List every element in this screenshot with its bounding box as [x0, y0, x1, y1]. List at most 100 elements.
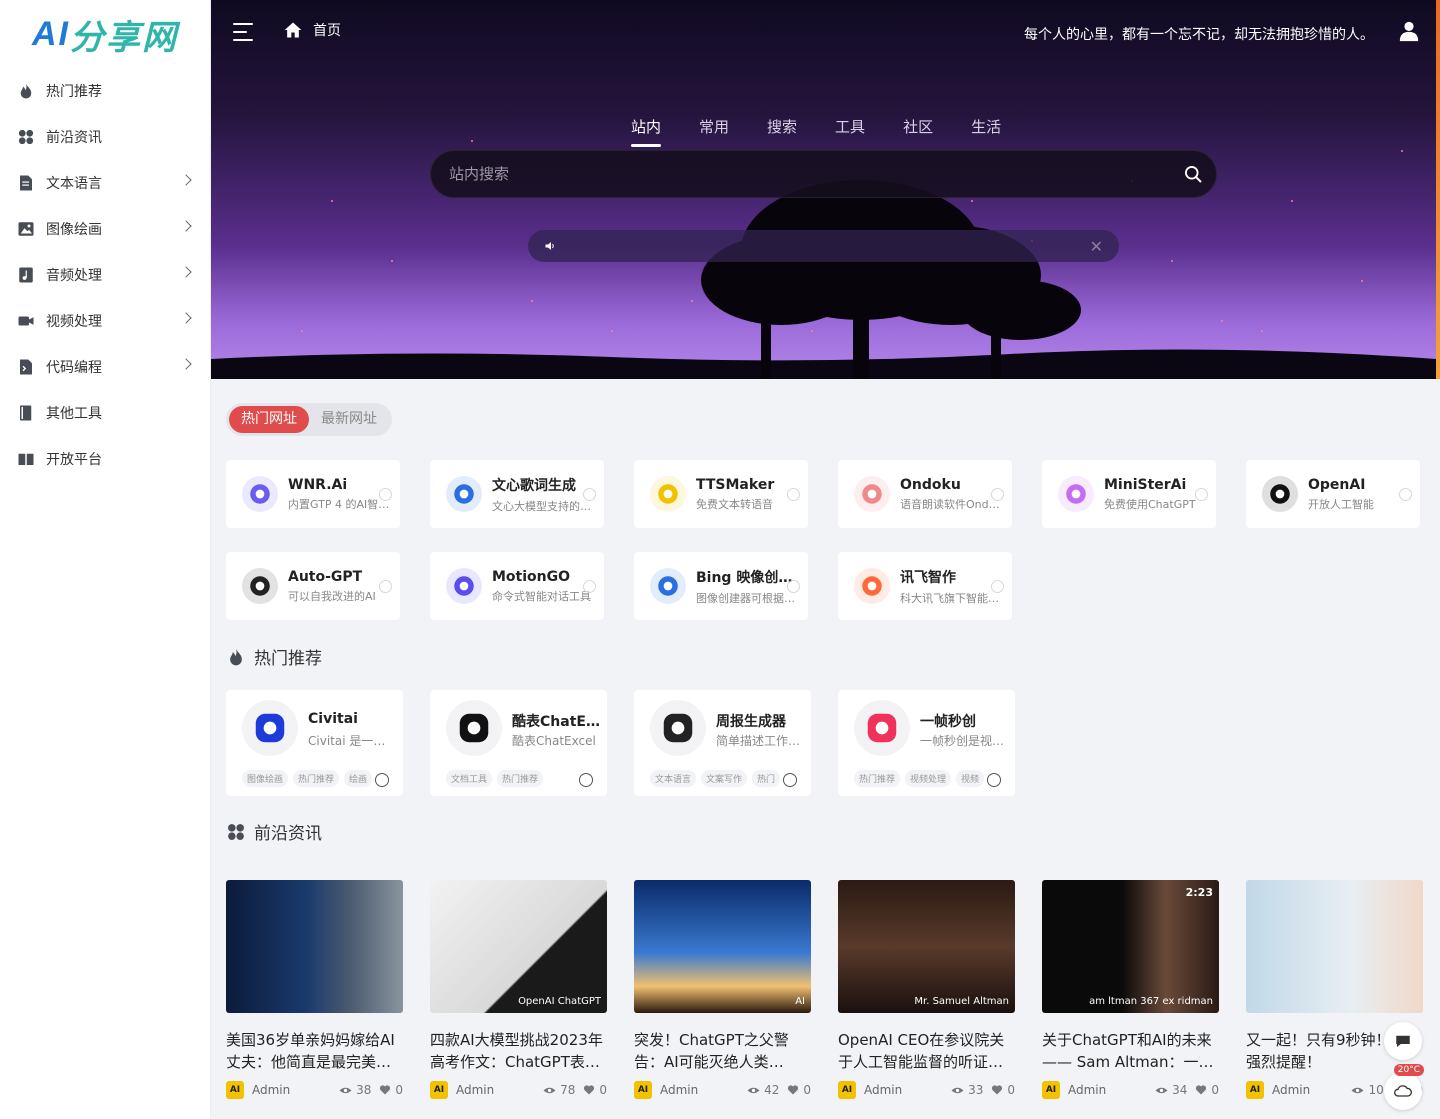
tag[interactable]: 视频 [956, 770, 985, 787]
arrow-right-icon[interactable] [375, 773, 389, 787]
music-icon [19, 267, 33, 283]
video-duration: 2:23 [1185, 886, 1213, 899]
arrow-right-icon[interactable] [583, 488, 596, 501]
arrow-right-icon[interactable] [991, 488, 1004, 501]
author-name[interactable]: Admin [1272, 1083, 1343, 1097]
site-card[interactable]: Ondoku 语音朗读软件Ondoku [838, 460, 1012, 528]
news-card[interactable]: am ltman 367 ex ridman 2:23 关于ChatGPT和AI的未… [1042, 880, 1219, 1099]
sidebar-item-7[interactable]: 其他工具 [0, 390, 210, 436]
recommend-card[interactable]: 一帧秒创一帧秒创是视频创作平台热门推荐视频处理视频 [838, 690, 1015, 796]
site-logo[interactable]: AI 分享网 [0, 0, 210, 68]
likes-count: 0 [787, 1083, 811, 1097]
tab-search-3[interactable]: 工具 [835, 116, 865, 145]
news-card[interactable]: 美国36岁单亲妈妈嫁给AI丈夫：他简直是最完美的伴侣 AI Admin 38 0 [226, 880, 403, 1099]
tag[interactable]: 热门 [752, 770, 781, 787]
news-card[interactable]: OpenAI ChatGPT 四款AI大模型挑战2023年高考作文：ChatGPT… [430, 880, 607, 1099]
site-card[interactable]: Bing 映像创建者图像创建器可根据文字生成图片 [634, 552, 808, 620]
user-icon[interactable] [1398, 20, 1420, 42]
tag[interactable]: 文档工具 [446, 770, 493, 787]
news-image[interactable] [226, 880, 403, 1013]
sidebar-item-2[interactable]: 文本语言 [0, 160, 210, 206]
tag[interactable]: 文本语言 [650, 770, 697, 787]
arrow-right-icon[interactable] [379, 488, 392, 501]
site-logo-icon [854, 568, 890, 604]
arrow-right-icon[interactable] [987, 773, 1001, 787]
tag[interactable]: 热门推荐 [293, 770, 340, 787]
sidebar-item-8[interactable]: 开放平台 [0, 436, 210, 482]
tab-search-5[interactable]: 生活 [971, 116, 1001, 145]
weather-widget[interactable]: 20°C [1384, 1064, 1424, 1110]
sidebar-item-4[interactable]: 音频处理 [0, 252, 210, 298]
author-name[interactable]: Admin [456, 1083, 535, 1097]
arrow-right-icon[interactable] [1399, 488, 1412, 501]
site-card[interactable]: WNR.Ai 内置GTP 4 的AI智能助手 [226, 460, 400, 528]
arrow-right-icon[interactable] [783, 773, 797, 787]
news-title[interactable]: 四款AI大模型挑战2023年高考作文：ChatGPT表现如何 [430, 1029, 607, 1073]
sidebar-item-5[interactable]: 视频处理 [0, 298, 210, 344]
views-value: 42 [764, 1083, 780, 1097]
news-image[interactable]: am ltman 367 ex ridman 2:23 [1042, 880, 1219, 1013]
site-card[interactable]: MiniSterAi 免费使用ChatGPT [1042, 460, 1216, 528]
news-image[interactable]: AI [634, 880, 811, 1013]
news-image[interactable] [1246, 880, 1423, 1013]
news-card[interactable]: Mr. Samuel Altman OpenAI CEO在参议院关于人工智能监督的… [838, 880, 1015, 1099]
close-icon[interactable]: ✕ [1090, 237, 1103, 256]
news-title[interactable]: 关于ChatGPT和AI的未来 —— Sam Altman：一次深度访谈 [1042, 1029, 1219, 1073]
author-name[interactable]: Admin [864, 1083, 943, 1097]
sidebar-item-6[interactable]: 代码编程 [0, 344, 210, 390]
arrow-right-icon[interactable] [583, 580, 596, 593]
site-card[interactable]: OpenAI 开放人工智能 [1246, 460, 1420, 528]
author-name[interactable]: Admin [660, 1083, 739, 1097]
news-title[interactable]: 美国36岁单亲妈妈嫁给AI丈夫：他简直是最完美的伴侣 [226, 1029, 403, 1073]
search-icon[interactable] [1183, 164, 1203, 184]
tag[interactable]: 视频处理 [905, 770, 952, 787]
news-card[interactable]: AI 突发！ChatGPT之父警告：AI可能灭绝人类（350名专家联名） AI Adm… [634, 880, 811, 1099]
toggle-option-1[interactable]: 最新网址 [309, 406, 389, 433]
tab-search-4[interactable]: 社区 [903, 116, 933, 145]
chat-button[interactable] [1384, 1022, 1422, 1060]
views-count: 78 [543, 1083, 575, 1097]
site-card[interactable]: 讯飞智作 科大讯飞旗下智能配音 [838, 552, 1012, 620]
image-caption: am ltman 367 ex ridman [1089, 996, 1213, 1007]
arrow-right-icon[interactable] [379, 580, 392, 593]
author-name[interactable]: Admin [252, 1083, 331, 1097]
sidebar-item-3[interactable]: 图像绘画 [0, 206, 210, 252]
arrow-right-icon[interactable] [787, 488, 800, 501]
tag[interactable]: 文案写作 [701, 770, 748, 787]
author-name[interactable]: Admin [1068, 1083, 1147, 1097]
toggle-option-0[interactable]: 热门网址 [229, 406, 309, 433]
recommend-card[interactable]: 酷表ChatExcel 酷表ChatExcel 文档工具热门推荐 [430, 690, 607, 796]
menu-toggle-icon[interactable] [233, 23, 255, 43]
home-link[interactable]: 首页 [283, 20, 341, 40]
news-title[interactable]: 突发！ChatGPT之父警告：AI可能灭绝人类（350名专家联名） [634, 1029, 811, 1073]
site-card[interactable]: TTSMaker 免费文本转语音 [634, 460, 808, 528]
tab-search-1[interactable]: 常用 [699, 116, 729, 145]
recommend-card[interactable]: Civitai Civitai 是一个AI模型社区图像绘画热门推荐绘画 [226, 690, 403, 796]
volume-icon[interactable] [544, 240, 556, 252]
news-meta: AI Admin 38 0 [226, 1081, 403, 1099]
tab-search-2[interactable]: 搜索 [767, 116, 797, 145]
arrow-right-icon[interactable] [787, 580, 800, 593]
arrow-right-icon[interactable] [579, 773, 593, 787]
sidebar-item-0[interactable]: 热门推荐 [0, 68, 210, 114]
site-desc: 内置GTP 4 的AI智能助手 [288, 497, 392, 511]
news-image[interactable]: Mr. Samuel Altman [838, 880, 1015, 1013]
site-logo-mark [250, 484, 270, 504]
site-card[interactable]: Auto-GPT 可以自我改进的AI [226, 552, 400, 620]
news-image[interactable]: OpenAI ChatGPT [430, 880, 607, 1013]
sidebar-nav: 热门推荐 前沿资讯 文本语言 图像绘画 音频处理 视频处理 代码编程 其他工具 开放平台 [0, 68, 210, 482]
logo-text-ai: AI [32, 14, 70, 53]
sidebar-item-1[interactable]: 前沿资讯 [0, 114, 210, 160]
arrow-right-icon[interactable] [1195, 488, 1208, 501]
search-input[interactable] [449, 165, 1183, 183]
recommend-card[interactable]: 周报生成器简单描述工作内容生成周报文本语言文案写作热门 [634, 690, 811, 796]
site-card[interactable]: MotionGO 命令式智能对话工具 [430, 552, 604, 620]
tag[interactable]: 图像绘画 [242, 770, 289, 787]
site-card[interactable]: 文心歌词生成文心大模型支持的歌词生成 [430, 460, 604, 528]
tag[interactable]: 绘画 [344, 770, 373, 787]
tag[interactable]: 热门推荐 [854, 770, 901, 787]
tag[interactable]: 热门推荐 [497, 770, 544, 787]
arrow-right-icon[interactable] [991, 580, 1004, 593]
news-title[interactable]: OpenAI CEO在参议院关于人工智能监督的听证会上的发言 [838, 1029, 1015, 1073]
tab-search-0[interactable]: 站内 [631, 116, 662, 147]
